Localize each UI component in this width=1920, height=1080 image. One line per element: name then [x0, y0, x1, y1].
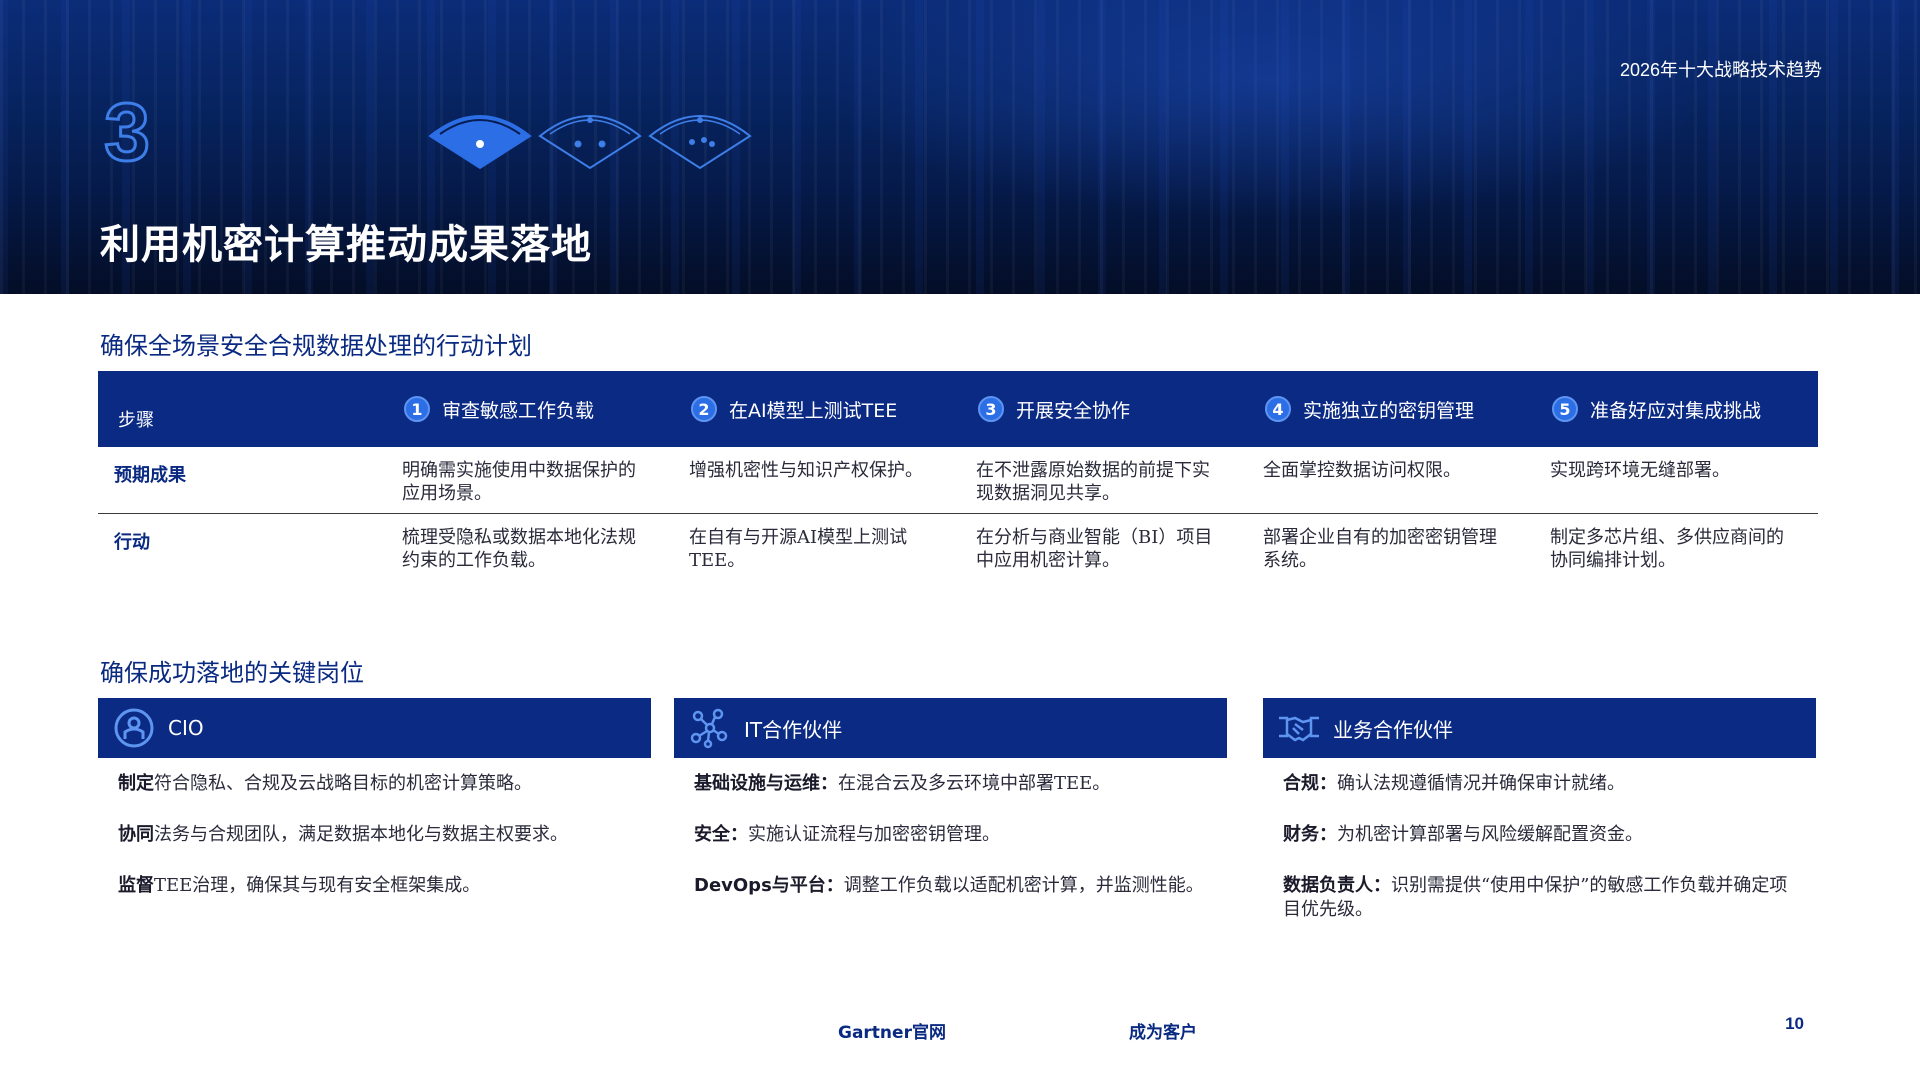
- role-item-keyword: 监督: [118, 875, 154, 896]
- steps-label: 步骤: [118, 410, 154, 431]
- step-header-2: 2 在AI模型上测试TEE: [691, 371, 897, 447]
- step-header-3: 3 开展安全协作: [978, 371, 1130, 447]
- action-cell-3: 在分析与商业智能（BI）项目中应用机密计算。: [976, 527, 1213, 571]
- page-title: 利用机密计算推动成果落地: [100, 222, 592, 268]
- role-card-business-partner: 业务合作伙伴 合规：确认法规遵循情况并确保审计就绪。 财务：为机密计算部署与风险…: [1263, 698, 1816, 949]
- step-label-1: 审查敏感工作负载: [442, 399, 595, 422]
- it-network-icon: [690, 708, 728, 749]
- fan-step-1-icon: [428, 115, 532, 170]
- role-card-cio: CIO 制定符合隐私、合规及云战略目标的机密计算策略。 协同法务与合规团队，满足…: [98, 698, 651, 925]
- role-item-text: 符合隐私、合规及云战略目标的机密计算策略。: [154, 773, 532, 794]
- step-badge-5: 5: [1552, 396, 1578, 422]
- role-item-text: 法务与合规团队，满足数据本地化与数据主权要求。: [154, 824, 568, 845]
- role-item: 安全：实施认证流程与加密密钥管理。: [694, 823, 1207, 847]
- hero-banner: 2026年十大战略技术趋势 3 利用机密计算推动成果落地: [0, 0, 1920, 294]
- outcome-cell-2: 增强机密性与知识产权保护。: [689, 460, 923, 481]
- plan-row-outcomes: 预期成果 明确需实施使用中数据保护的应用场景。 增强机密性与知识产权保护。 在不…: [98, 447, 1818, 514]
- plan-header-row: 步骤 1 审查敏感工作负载 2 在AI模型上测试TEE 3 开展安全协作 4 实…: [98, 371, 1818, 447]
- row-label-actions: 行动: [114, 532, 150, 553]
- role-card-it-partner: IT合作伙伴 基础设施与运维：在混合云及多云环境中部署TEE。 安全：实施认证流…: [674, 698, 1227, 925]
- step-header-4: 4 实施独立的密钥管理: [1265, 371, 1474, 447]
- outcome-cell-3: 在不泄露原始数据的前提下实现数据洞见共享。: [976, 460, 1210, 504]
- step-badge-4: 4: [1265, 396, 1291, 422]
- trend-label: 2026年十大战略技术趋势: [1619, 60, 1822, 80]
- role-item: 监督TEE治理，确保其与现有安全框架集成。: [118, 874, 631, 898]
- hero-glow: [820, 0, 1720, 220]
- plan-row-actions: 行动 梳理受隐私或数据本地化法规约束的工作负载。 在自有与开源AI模型上测试TE…: [98, 514, 1818, 580]
- step-badge-3: 3: [978, 396, 1004, 422]
- role-header-it-partner: IT合作伙伴: [674, 698, 1227, 758]
- role-item-text: 在混合云及多云环境中部署TEE。: [838, 773, 1111, 794]
- outcome-cell-1: 明确需实施使用中数据保护的应用场景。: [402, 460, 636, 504]
- plan-heading: 确保全场景安全合规数据处理的行动计划: [100, 332, 532, 360]
- action-cell-2: 在自有与开源AI模型上测试TEE。: [689, 527, 908, 571]
- role-item: 协同法务与合规团队，满足数据本地化与数据主权要求。: [118, 823, 631, 847]
- cio-person-icon: [114, 708, 154, 748]
- outcome-cell-4: 全面掌控数据访问权限。: [1263, 460, 1461, 481]
- outcome-cell-5: 实现跨环境无缝部署。: [1550, 460, 1730, 481]
- fan-step-3-icon: [648, 115, 752, 170]
- role-item-keyword: 财务：: [1283, 824, 1337, 845]
- step-label-4: 实施独立的密钥管理: [1303, 399, 1475, 422]
- role-title-it-partner: IT合作伙伴: [744, 717, 843, 742]
- handshake-icon: [1279, 716, 1319, 742]
- role-item: 合规：确认法规遵循情况并确保审计就绪。: [1283, 772, 1796, 796]
- role-title-business-partner: 业务合作伙伴: [1333, 717, 1453, 742]
- role-item-text: 确认法规遵循情况并确保审计就绪。: [1337, 773, 1625, 794]
- step-header-1: 1 审查敏感工作负载: [404, 371, 594, 447]
- role-body-it-partner: 基础设施与运维：在混合云及多云环境中部署TEE。 安全：实施认证流程与加密密钥管…: [674, 758, 1227, 898]
- step-number-text: 3: [104, 92, 150, 172]
- role-item: 基础设施与运维：在混合云及多云环境中部署TEE。: [694, 772, 1207, 796]
- step-number-icon: 3: [103, 92, 152, 172]
- row-label-outcomes: 预期成果: [114, 465, 186, 486]
- role-item-text: 调整工作负载以适配机密计算，并监测性能。: [843, 875, 1204, 896]
- role-item-keyword: 数据负责人：: [1283, 875, 1391, 896]
- role-item-text: TEE治理，确保其与现有安全框架集成。: [154, 875, 481, 896]
- page-number: 10: [1785, 1014, 1804, 1033]
- step-label-5: 准备好应对集成挑战: [1590, 399, 1762, 422]
- step-header-5: 5 准备好应对集成挑战: [1552, 371, 1761, 447]
- step-label-2: 在AI模型上测试TEE: [729, 399, 898, 422]
- become-client-link[interactable]: 成为客户: [1129, 1018, 1197, 1043]
- step-label-3: 开展安全协作: [1016, 399, 1131, 422]
- step-badge-1: 1: [404, 396, 430, 422]
- action-cell-1: 梳理受隐私或数据本地化法规约束的工作负载。: [402, 527, 636, 571]
- role-item-text: 为机密计算部署与风险缓解配置资金。: [1337, 824, 1643, 845]
- role-body-business-partner: 合规：确认法规遵循情况并确保审计就绪。 财务：为机密计算部署与风险缓解配置资金。…: [1263, 758, 1816, 922]
- action-cell-4: 部署企业自有的加密密钥管理系统。: [1263, 527, 1497, 571]
- progress-fans-icon: [428, 115, 752, 170]
- role-item-keyword: 制定: [118, 773, 154, 794]
- step-badge-2: 2: [691, 396, 717, 422]
- action-plan-table: 步骤 1 审查敏感工作负载 2 在AI模型上测试TEE 3 开展安全协作 4 实…: [98, 371, 1818, 580]
- role-item: 数据负责人：识别需提供“使用中保护”的敏感工作负载并确定项目优先级。: [1283, 874, 1796, 922]
- role-item-keyword: 合规：: [1283, 773, 1337, 794]
- role-body-cio: 制定符合隐私、合规及云战略目标的机密计算策略。 协同法务与合规团队，满足数据本地…: [98, 758, 651, 898]
- role-item-keyword: 协同: [118, 824, 154, 845]
- fan-step-2-icon: [538, 115, 642, 170]
- role-title-cio: CIO: [168, 716, 204, 740]
- role-item-keyword: 基础设施与运维：: [694, 773, 838, 794]
- roles-heading: 确保成功落地的关键岗位: [100, 659, 364, 687]
- role-item: DevOps与平台：调整工作负载以适配机密计算，并监测性能。: [694, 874, 1207, 898]
- role-item-keyword: 安全：: [694, 824, 748, 845]
- role-item-text: 实施认证流程与加密密钥管理。: [748, 824, 1000, 845]
- role-header-cio: CIO: [98, 698, 651, 758]
- role-item: 财务：为机密计算部署与风险缓解配置资金。: [1283, 823, 1796, 847]
- role-item-keyword: DevOps与平台：: [694, 875, 844, 896]
- role-header-business-partner: 业务合作伙伴: [1263, 698, 1816, 758]
- gartner-site-link[interactable]: Gartner官网: [838, 1018, 946, 1043]
- role-item: 制定符合隐私、合规及云战略目标的机密计算策略。: [118, 772, 631, 796]
- action-cell-5: 制定多芯片组、多供应商间的协同编排计划。: [1550, 527, 1784, 571]
